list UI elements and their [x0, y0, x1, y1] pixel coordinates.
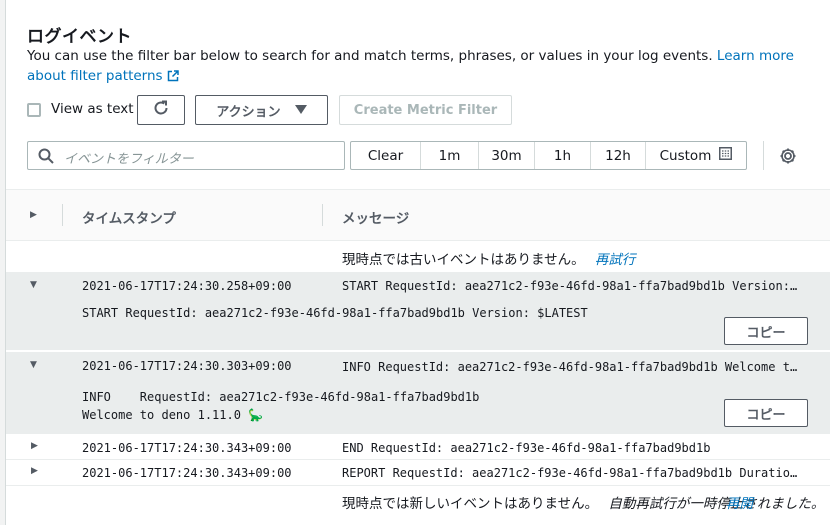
copy-button[interactable]: コピー: [724, 317, 808, 345]
description-text: You can use the filter bar below to sear…: [27, 48, 713, 64]
table-row[interactable]: ▼ 2021-06-17T17:24:30.303+09:00 INFO Req…: [6, 352, 830, 434]
page-title: ログイベント: [27, 27, 132, 47]
row-timestamp: 2021-06-17T17:24:30.258+09:00: [82, 279, 292, 293]
row-message: INFO RequestId: aea271c2-f93e-46fd-98a1-…: [342, 360, 800, 374]
actions-dropdown[interactable]: アクション: [195, 95, 328, 125]
calendar-icon: [719, 147, 733, 164]
expand-icon[interactable]: ▶: [31, 466, 38, 476]
divider: [763, 141, 764, 170]
refresh-button[interactable]: [137, 95, 185, 125]
time-range-selector: Clear 1m 30m 1h 12h Custom: [350, 141, 747, 170]
table-header: ▶ タイムスタンプ メッセージ: [6, 189, 830, 241]
search-icon: [38, 148, 54, 168]
column-header-message[interactable]: メッセージ: [342, 207, 409, 227]
auto-retry-note: 自動再試行が一時停止されました。: [608, 496, 825, 512]
table-row[interactable]: ▶ 2021-06-17T17:24:30.343+09:00 END Requ…: [6, 435, 830, 460]
time-1m-button[interactable]: 1m: [421, 142, 479, 169]
time-1h-button[interactable]: 1h: [535, 142, 591, 169]
external-link-icon: [167, 68, 179, 88]
time-clear-button[interactable]: Clear: [351, 142, 421, 169]
row-detail-line: Welcome to deno 1.11.0 🦕: [82, 408, 264, 422]
time-custom-button[interactable]: Custom: [646, 142, 746, 169]
row-timestamp: 2021-06-17T17:24:30.343+09:00: [82, 441, 292, 455]
copy-button[interactable]: コピー: [724, 399, 808, 427]
row-message: START RequestId: aea271c2-f93e-46fd-98a1…: [342, 279, 800, 293]
time-30m-button[interactable]: 30m: [479, 142, 535, 169]
no-older-events-note: 現時点では古いイベントはありません。 再試行: [342, 252, 636, 268]
row-timestamp: 2021-06-17T17:24:30.343+09:00: [82, 466, 292, 480]
column-divider: [62, 204, 63, 226]
row-detail-line: START RequestId: aea271c2-f93e-46fd-98a1…: [82, 306, 588, 320]
row-message: REPORT RequestId: aea271c2-f93e-46fd-98a…: [342, 466, 800, 480]
column-header-timestamp[interactable]: タイムスタンプ: [82, 207, 176, 227]
retry-link[interactable]: 再試行: [595, 252, 636, 268]
create-metric-filter-button[interactable]: Create Metric Filter: [339, 95, 512, 125]
column-divider: [322, 204, 323, 226]
table-row[interactable]: ▶ 2021-06-17T17:24:30.343+09:00 REPORT R…: [6, 461, 830, 486]
filter-placeholder: イベントをフィルター: [64, 152, 194, 167]
view-as-text-label: View as text: [51, 101, 134, 117]
resume-link[interactable]: 再開: [726, 492, 753, 512]
row-detail-line: INFO RequestId: aea271c2-f93e-46fd-98a1-…: [82, 390, 480, 404]
expand-icon[interactable]: ▶: [31, 441, 38, 451]
filter-input[interactable]: イベントをフィルター: [27, 141, 345, 170]
collapse-icon[interactable]: ▼: [30, 280, 37, 290]
caret-down-icon: [294, 103, 307, 118]
settings-gear-icon[interactable]: [779, 147, 797, 169]
log-events-panel: ログイベント You can use the filter bar below …: [5, 0, 830, 525]
refresh-icon: [152, 99, 170, 121]
collapse-icon[interactable]: ▼: [30, 360, 37, 370]
expand-all-icon[interactable]: ▶: [30, 210, 37, 220]
view-as-text-checkbox[interactable]: [27, 103, 41, 117]
row-message: END RequestId: aea271c2-f93e-46fd-98a1-f…: [342, 441, 711, 455]
table-row[interactable]: ▼ 2021-06-17T17:24:30.258+09:00 START Re…: [6, 272, 830, 350]
no-newer-events-note: 現時点では新しいイベントはありません。 自動再試行が一時停止されました。 再開: [342, 492, 824, 512]
description: You can use the filter bar below to sear…: [27, 46, 797, 88]
row-timestamp: 2021-06-17T17:24:30.303+09:00: [82, 359, 292, 373]
time-12h-button[interactable]: 12h: [591, 142, 646, 169]
